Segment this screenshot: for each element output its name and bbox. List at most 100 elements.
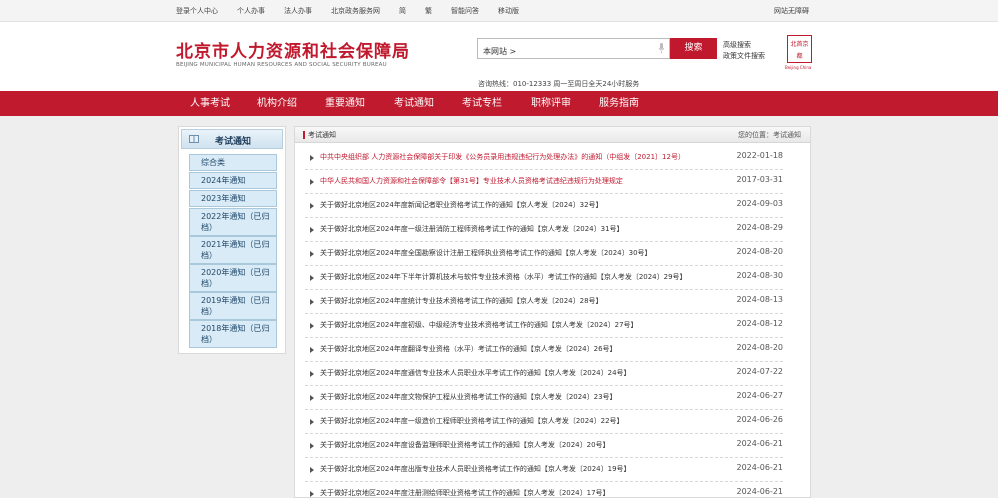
notice-date: 2024-08-20 (736, 343, 784, 352)
notice-row[interactable]: 关于做好北京地区2024年度文物保护工程从业资格考试工作的通知【京人考发〔202… (305, 386, 783, 410)
notice-date: 2024-07-22 (736, 367, 784, 376)
notice-row[interactable]: 关于做好北京地区2024年度通信专业技术人员职业水平考试工作的通知【京人考发〔2… (305, 362, 783, 386)
notice-row[interactable]: 关于做好北京地区2024年度一级注册消防工程师资格考试工作的通知【京人考发〔20… (305, 218, 783, 242)
top-link-legal[interactable]: 法人办事 (284, 6, 312, 16)
nav-service-guide[interactable]: 服务指南 (599, 91, 639, 116)
top-link-personal[interactable]: 个人办事 (237, 6, 265, 16)
notice-row[interactable]: 关于做好北京地区2024年度统计专业技术资格考试工作的通知【京人考发〔2024〕… (305, 290, 783, 314)
sidebar-item-2024[interactable]: 2024年通知 (189, 172, 277, 189)
triangle-bullet-icon (310, 371, 314, 377)
seal-logo: 北 首 京 都 (787, 35, 812, 63)
notice-row[interactable]: 关于做好北京地区2024年度设备监理师职业资格考试工作的通知【京人考发〔2024… (305, 434, 783, 458)
notice-row[interactable]: 关于做好北京地区2024年度全国勘察设计注册工程师执业资格考试工作的通知【京人考… (305, 242, 783, 266)
notice-date: 2024-06-21 (736, 439, 784, 448)
sidebar-item-2021[interactable]: 2021年通知（已归档） (189, 236, 277, 264)
top-link-mobile[interactable]: 移动版 (498, 6, 519, 16)
top-link-smart-qa[interactable]: 智能问答 (451, 6, 479, 16)
breadcrumb: 您的位置：考试通知 (738, 131, 801, 139)
sidebar: 考试通知 综合类 2024年通知 2023年通知 2022年通知（已归档） 20… (178, 126, 286, 354)
seal-caption: Beijing China (785, 65, 812, 70)
notice-date: 2024-08-29 (736, 223, 784, 232)
triangle-bullet-icon (310, 275, 314, 281)
search-links: 高级搜索 政策文件搜索 (723, 40, 765, 62)
triangle-bullet-icon (310, 179, 314, 185)
notice-date: 2024-06-27 (736, 391, 784, 400)
top-links: 登录个人中心 个人办事 法人办事 北京政务服务网 简 繁 智能问答 移动版 (176, 0, 538, 22)
notice-title[interactable]: 关于做好北京地区2024年度出版专业技术人员职业资格考试工作的通知【京人考发〔2… (320, 464, 631, 474)
notice-date: 2024-08-30 (736, 271, 784, 280)
notice-list-panel: 考试通知 您的位置：考试通知 中共中央组织部 人力资源社会保障部关于印发《公务员… (294, 126, 811, 498)
triangle-bullet-icon (310, 227, 314, 233)
site-title[interactable]: 北京市人力资源和社会保障局 (176, 37, 410, 62)
sidebar-item-2020[interactable]: 2020年通知（已归档） (189, 264, 277, 292)
nav-about[interactable]: 机构介绍 (257, 91, 297, 116)
nav-exam-notice[interactable]: 考试通知 (394, 91, 434, 116)
search-button[interactable]: 搜索 (670, 38, 717, 59)
triangle-bullet-icon (310, 419, 314, 425)
triangle-bullet-icon (310, 467, 314, 473)
notice-title[interactable]: 关于做好北京地区2024年度通信专业技术人员职业水平考试工作的通知【京人考发〔2… (320, 368, 631, 378)
sidebar-item-2023[interactable]: 2023年通知 (189, 190, 277, 207)
site-header: 北京市人力资源和社会保障局 BEIJING MUNICIPAL HUMAN RE… (0, 22, 998, 91)
nav-title-review[interactable]: 职称评审 (531, 91, 571, 116)
notice-row[interactable]: 关于做好北京地区2024年度翻译专业资格（水平）考试工作的通知【京人考发〔202… (305, 338, 783, 362)
notice-title[interactable]: 关于做好北京地区2024年度设备监理师职业资格考试工作的通知【京人考发〔2024… (320, 440, 610, 450)
notice-date: 2024-09-03 (736, 199, 784, 208)
notice-title[interactable]: 关于做好北京地区2024年度初级、中级经济专业技术资格考试工作的通知【京人考发〔… (320, 320, 638, 330)
panel-title: 考试通知 (308, 131, 336, 139)
triangle-bullet-icon (310, 203, 314, 209)
sidebar-header: 考试通知 (181, 129, 283, 149)
triangle-bullet-icon (310, 155, 314, 161)
notice-title[interactable]: 关于做好北京地区2024年度一级造价工程师职业资格考试工作的通知【京人考发〔20… (320, 416, 624, 426)
sidebar-item-general[interactable]: 综合类 (189, 154, 277, 171)
notice-row[interactable]: 中共中央组织部 人力资源社会保障部关于印发《公务员录用违规违纪行为处理办法》的通… (305, 146, 783, 170)
sidebar-title: 考试通知 (215, 137, 252, 147)
top-link-simplified[interactable]: 简 (399, 6, 406, 16)
hotline-text: 咨询热线：010-12333 周一至周日全天24小时服务 (478, 80, 640, 88)
notice-title[interactable]: 关于做好北京地区2024年度文物保护工程从业资格考试工作的通知【京人考发〔202… (320, 392, 617, 402)
notice-row[interactable]: 关于做好北京地区2024年度注册测绘师职业资格考试工作的通知【京人考发〔2024… (305, 482, 783, 498)
nav-important-notice[interactable]: 重要通知 (325, 91, 365, 116)
notice-title[interactable]: 关于做好北京地区2024年度翻译专业资格（水平）考试工作的通知【京人考发〔202… (320, 344, 617, 354)
notice-row[interactable]: 关于做好北京地区2024年度出版专业技术人员职业资格考试工作的通知【京人考发〔2… (305, 458, 783, 482)
notice-title[interactable]: 关于做好北京地区2024年度新闻记者职业资格考试工作的通知【京人考发〔2024〕… (320, 200, 603, 210)
nav-personnel-exam[interactable]: 人事考试 (190, 91, 230, 116)
header-marker (303, 131, 305, 139)
sidebar-item-2019[interactable]: 2019年通知（已归档） (189, 292, 277, 320)
notice-date: 2022-01-18 (736, 151, 784, 160)
notice-row[interactable]: 中华人民共和国人力资源和社会保障部令【第31号】专业技术人员资格考试违纪违规行为… (305, 170, 783, 194)
triangle-bullet-icon (310, 251, 314, 257)
accessibility-link[interactable]: 网站无障碍 (774, 0, 809, 22)
notice-title[interactable]: 关于做好北京地区2024年度全国勘察设计注册工程师执业资格考试工作的通知【京人考… (320, 248, 652, 258)
advanced-search-link[interactable]: 高级搜索 (723, 40, 765, 51)
panel-header: 考试通知 您的位置：考试通知 (295, 127, 810, 143)
notice-row[interactable]: 关于做好北京地区2024年下半年计算机技术与软件专业技术资格（水平）考试工作的通… (305, 266, 783, 290)
top-utility-bar: 登录个人中心 个人办事 法人办事 北京政务服务网 简 繁 智能问答 移动版 网站… (0, 0, 998, 22)
top-link-gov-service[interactable]: 北京政务服务网 (331, 6, 380, 16)
policy-search-link[interactable]: 政策文件搜索 (723, 51, 765, 62)
triangle-bullet-icon (310, 299, 314, 305)
notice-title[interactable]: 关于做好北京地区2024年度注册测绘师职业资格考试工作的通知【京人考发〔2024… (320, 488, 610, 498)
notice-date: 2024-06-21 (736, 463, 784, 472)
sidebar-item-2018[interactable]: 2018年通知（已归档） (189, 320, 277, 348)
notice-date: 2017-03-31 (736, 175, 784, 184)
microphone-icon[interactable] (658, 43, 665, 54)
notice-title[interactable]: 关于做好北京地区2024年度统计专业技术资格考试工作的通知【京人考发〔2024〕… (320, 296, 603, 306)
notice-title[interactable]: 中共中央组织部 人力资源社会保障部关于印发《公务员录用违规违纪行为处理办法》的通… (320, 152, 685, 162)
notice-row[interactable]: 关于做好北京地区2024年度新闻记者职业资格考试工作的通知【京人考发〔2024〕… (305, 194, 783, 218)
top-link-login[interactable]: 登录个人中心 (176, 6, 218, 16)
nav-exam-column[interactable]: 考试专栏 (462, 91, 502, 116)
notice-title[interactable]: 中华人民共和国人力资源和社会保障部令【第31号】专业技术人员资格考试违纪违规行为… (320, 176, 623, 186)
search-input[interactable] (478, 42, 648, 61)
notice-row[interactable]: 关于做好北京地区2024年度一级造价工程师职业资格考试工作的通知【京人考发〔20… (305, 410, 783, 434)
triangle-bullet-icon (310, 347, 314, 353)
notice-title[interactable]: 关于做好北京地区2024年度一级注册消防工程师资格考试工作的通知【京人考发〔20… (320, 224, 624, 234)
sidebar-item-2022[interactable]: 2022年通知（已归档） (189, 208, 277, 236)
notice-date: 2024-08-12 (736, 319, 784, 328)
site-title-en: BEIJING MUNICIPAL HUMAN RESOURCES AND SO… (176, 62, 387, 68)
notice-date: 2024-06-21 (736, 487, 784, 496)
top-link-traditional[interactable]: 繁 (425, 6, 432, 16)
notice-title[interactable]: 关于做好北京地区2024年下半年计算机技术与软件专业技术资格（水平）考试工作的通… (320, 272, 687, 282)
triangle-bullet-icon (310, 491, 314, 497)
notice-row[interactable]: 关于做好北京地区2024年度初级、中级经济专业技术资格考试工作的通知【京人考发〔… (305, 314, 783, 338)
